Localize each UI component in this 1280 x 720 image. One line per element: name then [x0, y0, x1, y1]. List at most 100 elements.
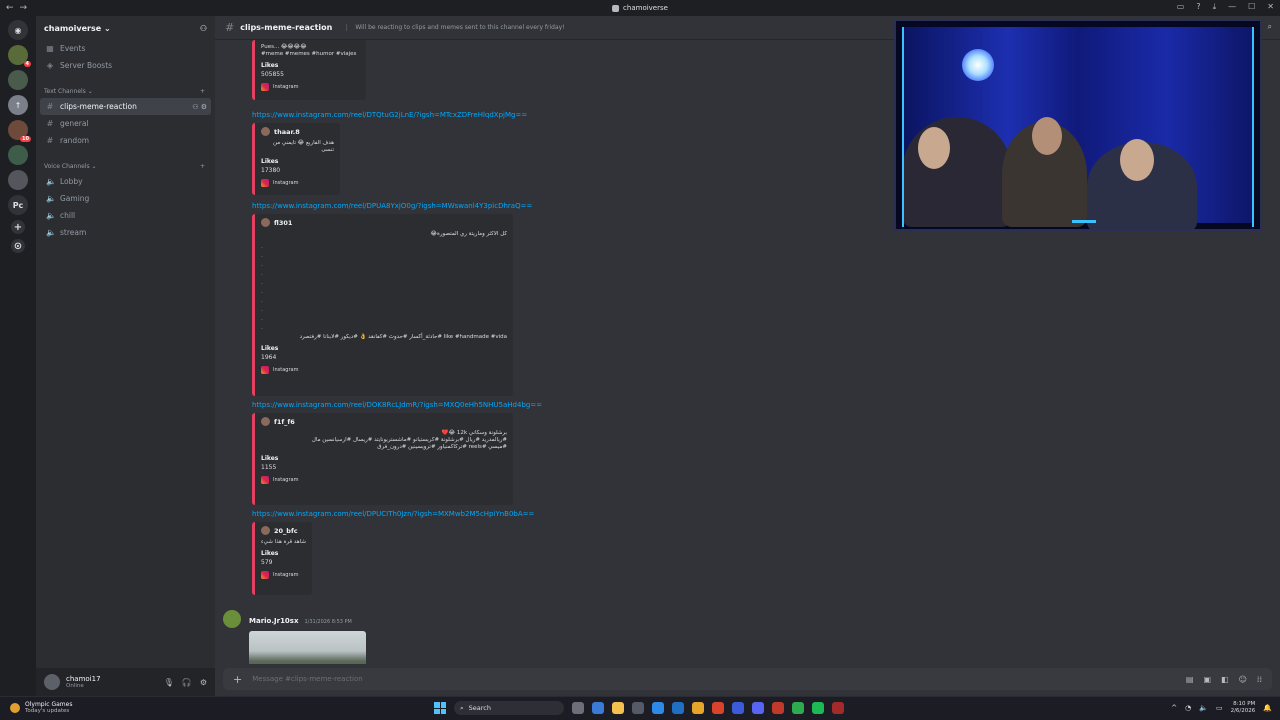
reel-link[interactable]: https://www.instagram.com/reel/DTQtuG2jL…	[252, 111, 527, 119]
minimize-button[interactable]: —	[1228, 2, 1236, 12]
apps-icon[interactable]: ⁞⁞	[1257, 675, 1262, 684]
likes-count: 579	[261, 559, 273, 566]
forward-arrow-icon[interactable]: →	[20, 3, 28, 13]
window-title-text: chamoiverse	[623, 4, 668, 12]
copilot-icon[interactable]	[592, 702, 604, 714]
add-voice-channel-icon[interactable]: +	[200, 163, 205, 170]
voice-channel-stream[interactable]: 🔈 stream	[36, 224, 215, 241]
embed-author[interactable]: 20_bfc	[261, 526, 306, 535]
guild-header[interactable]: chamoiverse ⌄ ⚇	[36, 16, 215, 40]
voice-channel-lobby[interactable]: 🔈 Lobby	[36, 173, 215, 190]
likes-label: Likes	[261, 345, 279, 352]
author-name: f1f_f6	[274, 417, 295, 426]
hash-icon: #	[46, 119, 54, 128]
search-label: Search	[468, 704, 491, 712]
channel-item-clips-meme-reaction[interactable]: # clips-meme-reaction ⚇ ⚙	[40, 98, 211, 115]
author-name: thaar.8	[274, 127, 300, 136]
app-icon[interactable]	[792, 702, 804, 714]
attached-image[interactable]	[249, 631, 366, 664]
settings-gear-icon[interactable]: ⚙	[200, 678, 207, 687]
voice-category[interactable]: Voice Channels ⌄ +	[36, 159, 215, 173]
edge-icon[interactable]	[652, 702, 664, 714]
news-widget[interactable]: Olympic Games Today's updates	[10, 701, 72, 715]
app-icon[interactable]	[712, 702, 724, 714]
add-member-icon[interactable]: ⚇	[200, 24, 207, 33]
embed-description: Pues... 😂😂😂😂 #meme #memes #humor #viajes	[261, 44, 357, 57]
task-view-icon[interactable]	[572, 702, 584, 714]
battery-icon[interactable]: ▭	[1216, 704, 1223, 712]
server-icon[interactable]: 4	[8, 45, 31, 67]
footer-label: Instagram	[273, 367, 299, 373]
speaker-icon: 🔈	[46, 211, 56, 220]
channel-item-random[interactable]: # random	[36, 132, 215, 149]
events-item[interactable]: ▦ Events	[36, 40, 215, 57]
voice-channel-gaming[interactable]: 🔈 Gaming	[36, 190, 215, 207]
steam-icon[interactable]	[832, 702, 844, 714]
embed-author[interactable]: thaar.8	[261, 127, 334, 136]
footer-label: Instagram	[273, 180, 299, 186]
message-author[interactable]: Mario.Jr10sx	[249, 617, 299, 625]
embed-description-top: كل الاكثر وماريتة ري المتصورة😂	[430, 231, 507, 237]
app-icon[interactable]	[772, 702, 784, 714]
channel-settings-icon[interactable]: ⚇ ⚙	[192, 103, 207, 111]
server-boosts-item[interactable]: ◈ Server Boosts	[36, 57, 215, 74]
calculator-icon[interactable]	[632, 702, 644, 714]
help-icon[interactable]: ?	[1196, 2, 1200, 12]
chevron-up-icon[interactable]: ^	[1171, 704, 1177, 712]
file-explorer-icon[interactable]	[612, 702, 624, 714]
discord-icon[interactable]	[752, 702, 764, 714]
headphones-icon[interactable]: 🎧	[182, 678, 192, 687]
attach-plus-icon[interactable]: +	[233, 673, 242, 686]
channel-label: random	[60, 136, 90, 145]
author-name: 20_bfc	[274, 526, 298, 535]
server-icon[interactable]: ↑	[8, 95, 28, 115]
network-icon[interactable]: ◔	[1185, 704, 1191, 712]
channel-label: clips-meme-reaction	[60, 102, 137, 111]
server-icon[interactable]	[8, 170, 28, 190]
voice-channel-chill[interactable]: 🔈 chill	[36, 207, 215, 224]
microphone-icon[interactable]: 🎙	[164, 678, 174, 687]
add-channel-icon[interactable]: +	[200, 88, 205, 95]
reel-link[interactable]: https://www.instagram.com/reel/DPUA8YxjO…	[252, 202, 532, 210]
add-server-icon[interactable]: +	[11, 220, 25, 234]
maximize-button[interactable]: ☐	[1248, 2, 1255, 12]
spotify-icon[interactable]	[812, 702, 824, 714]
server-icon[interactable]	[8, 70, 28, 90]
taskbar-search[interactable]: ⌕ Search	[454, 701, 564, 715]
person-face	[1032, 117, 1062, 155]
server-icon[interactable]: Pc	[8, 195, 28, 215]
clock[interactable]: 8:10 PM 2/6/2026	[1231, 701, 1256, 715]
channel-item-general[interactable]: # general	[36, 115, 215, 132]
home-button[interactable]: ◉	[8, 20, 28, 40]
windows-start-icon[interactable]	[434, 702, 446, 714]
server-icon[interactable]: 10	[8, 120, 31, 142]
text-category[interactable]: Text Channels ⌄ +	[36, 84, 215, 98]
channel-topic: Will be reacting to clips and memes sent…	[346, 24, 565, 31]
search-icon[interactable]: ⌕	[1268, 22, 1272, 32]
discover-icon[interactable]: ⊙	[11, 239, 25, 253]
voice-category-label: Voice Channels	[44, 162, 90, 170]
avatar[interactable]	[223, 610, 241, 628]
embed-author[interactable]: fl301	[261, 218, 507, 227]
browser-icon[interactable]	[672, 702, 684, 714]
download-icon[interactable]: ⤓	[1213, 2, 1217, 12]
spacer-dots: ..........	[261, 243, 263, 331]
emoji-icon[interactable]: ☺	[1239, 675, 1247, 684]
sticker-icon[interactable]: ◧	[1221, 675, 1229, 684]
reel-link[interactable]: https://www.instagram.com/reel/DOK8RcLJd…	[252, 401, 542, 409]
avatar[interactable]	[44, 674, 60, 690]
notification-icon[interactable]: 🔔	[1263, 704, 1272, 712]
app-icon[interactable]	[732, 702, 744, 714]
close-button[interactable]: ✕	[1267, 2, 1274, 12]
embed-author[interactable]: f1f_f6	[261, 417, 507, 426]
server-icon[interactable]	[8, 145, 28, 165]
server-badge: 4	[23, 61, 31, 67]
inbox-icon[interactable]: ▭	[1177, 2, 1185, 12]
volume-icon[interactable]: 🔈	[1199, 704, 1208, 712]
message-input[interactable]: Message #clips-meme-reaction	[252, 675, 362, 683]
reel-link[interactable]: https://www.instagram.com/reel/DPUCITh0J…	[252, 510, 534, 518]
back-arrow-icon[interactable]: ←	[6, 3, 14, 13]
gif-icon[interactable]: ▣	[1203, 675, 1211, 684]
gift-icon[interactable]: ▤	[1186, 675, 1194, 684]
chrome-icon[interactable]	[692, 702, 704, 714]
